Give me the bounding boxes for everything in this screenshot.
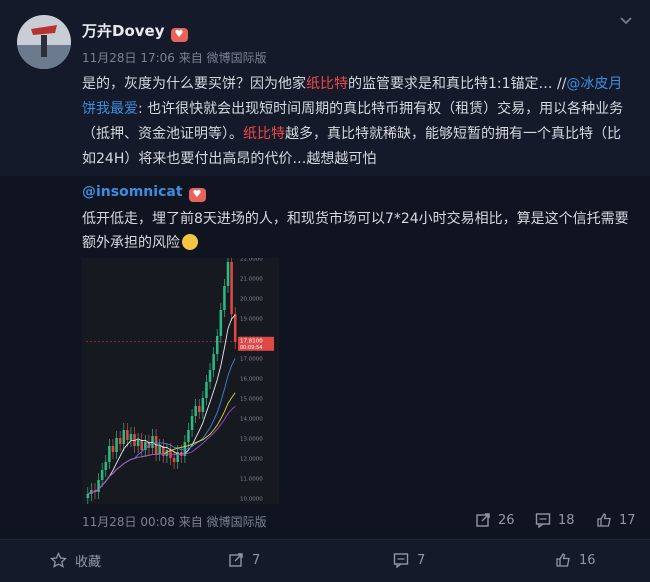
share-count: 7	[252, 552, 261, 568]
y-tick-label: 22.0000	[240, 258, 263, 263]
candle-body	[215, 336, 219, 354]
y-tick-label: 15.0000	[240, 397, 263, 403]
repost-author-name[interactable]: @insomnicat	[82, 184, 183, 200]
candle-body	[111, 446, 115, 452]
share-icon	[229, 553, 243, 567]
candle-body	[104, 462, 108, 470]
member-badge-icon: ♥	[170, 28, 188, 42]
y-tick-label: 14.0000	[240, 417, 263, 423]
comment-icon	[535, 513, 551, 528]
comment-icon	[393, 553, 409, 568]
avatar-image	[17, 15, 71, 69]
candle-body	[129, 434, 133, 440]
chevron-down-icon[interactable]	[618, 12, 634, 28]
comment-count: 7	[417, 552, 426, 568]
like-button[interactable]: 16	[555, 545, 596, 575]
highlight-text: 纸比特	[243, 126, 285, 142]
candle-body	[226, 262, 230, 286]
repost-body: 低开低走，埋了前8天进场的人，和现货市场可以7*24小时交易相比，算是这个信托需…	[82, 207, 634, 255]
y-tick-label: 13.0000	[240, 437, 263, 443]
comment-button[interactable]: 7	[393, 545, 425, 575]
collect-button[interactable]: 收藏	[50, 545, 101, 575]
emoji-icon	[182, 234, 198, 250]
thumbs-up-icon	[597, 513, 611, 527]
candle-body	[197, 406, 201, 412]
price-chart-image[interactable]: 22.000021.000020.000019.000018.000017.00…	[82, 258, 279, 504]
highlight-text: 纸比特	[306, 76, 348, 92]
candle-body	[136, 440, 140, 446]
candle-body	[108, 446, 111, 462]
share-button[interactable]: 7	[228, 545, 260, 575]
y-tick-label: 12.0000	[240, 457, 263, 463]
candle-body	[140, 440, 143, 450]
ma-line-white	[87, 314, 236, 495]
candle-body	[190, 416, 194, 430]
post-author[interactable]: 万卉Dovey ♥	[82, 20, 188, 42]
candle-body	[187, 430, 190, 442]
candle-body	[230, 262, 233, 314]
candle-body	[100, 470, 104, 480]
y-tick-label: 19.0000	[240, 317, 263, 323]
candle-body	[223, 286, 226, 310]
last-price-label: 17.8100	[240, 338, 263, 344]
collect-label: 收藏	[75, 554, 102, 570]
candle-body	[201, 398, 205, 412]
repost-share-button[interactable]: 26	[475, 512, 515, 528]
avatar[interactable]	[17, 15, 71, 69]
candle-body	[126, 430, 129, 440]
repost-comment-button[interactable]: 18	[535, 512, 575, 528]
post-body: 是的，灰度为什么要买饼？因为他家纸比特的监管要求是和真比特1:1锚定… //@冰…	[82, 72, 634, 172]
share-count: 26	[498, 512, 515, 528]
like-count: 17	[619, 512, 636, 528]
y-tick-label: 20.0000	[240, 297, 263, 303]
countdown-label: 00:09:54	[240, 345, 262, 351]
y-tick-label: 21.0000	[240, 277, 263, 283]
candle-body	[158, 446, 161, 454]
candle-body	[118, 438, 122, 444]
y-tick-label: 10.0000	[240, 497, 263, 503]
candle-body	[208, 370, 212, 382]
candle-body	[115, 438, 118, 452]
post-meta: 11月28日 17:06 来自 微博国际版	[82, 51, 267, 65]
body-text: 是的，灰度为什么要买饼？因为他家	[82, 76, 306, 92]
comment-count: 18	[558, 512, 575, 528]
like-count: 16	[579, 552, 596, 568]
candle-body	[86, 494, 90, 498]
repost-meta: 11月28日 00:08 来自 微博国际版	[82, 515, 267, 529]
member-badge-icon: ♥	[188, 188, 206, 202]
repost-like-button[interactable]: 17	[596, 512, 636, 528]
candle-body	[172, 458, 176, 462]
thumbs-up-icon	[556, 553, 570, 567]
y-tick-label: 16.0000	[240, 377, 263, 383]
repost-text: 低开低走，埋了前8天进场的人，和现货市场可以7*24小时交易相比，算是这个信托需…	[82, 211, 629, 251]
y-tick-label: 17.0000	[240, 357, 263, 363]
candle-body	[194, 406, 197, 416]
candle-body	[233, 314, 237, 342]
candle-body	[219, 310, 223, 336]
star-icon	[50, 551, 67, 568]
candle-body	[212, 354, 215, 370]
author-name[interactable]: 万卉Dovey	[82, 22, 165, 40]
candle-body	[122, 430, 126, 444]
share-icon	[476, 513, 490, 527]
repost-author[interactable]: @insomnicat ♥	[82, 184, 206, 202]
body-text: 的监管要求是和真比特1:1锚定… //	[348, 76, 567, 92]
y-tick-label: 11.0000	[240, 477, 263, 483]
ma-line-blue	[87, 358, 236, 495]
divider	[0, 539, 650, 540]
candle-body	[205, 382, 208, 398]
